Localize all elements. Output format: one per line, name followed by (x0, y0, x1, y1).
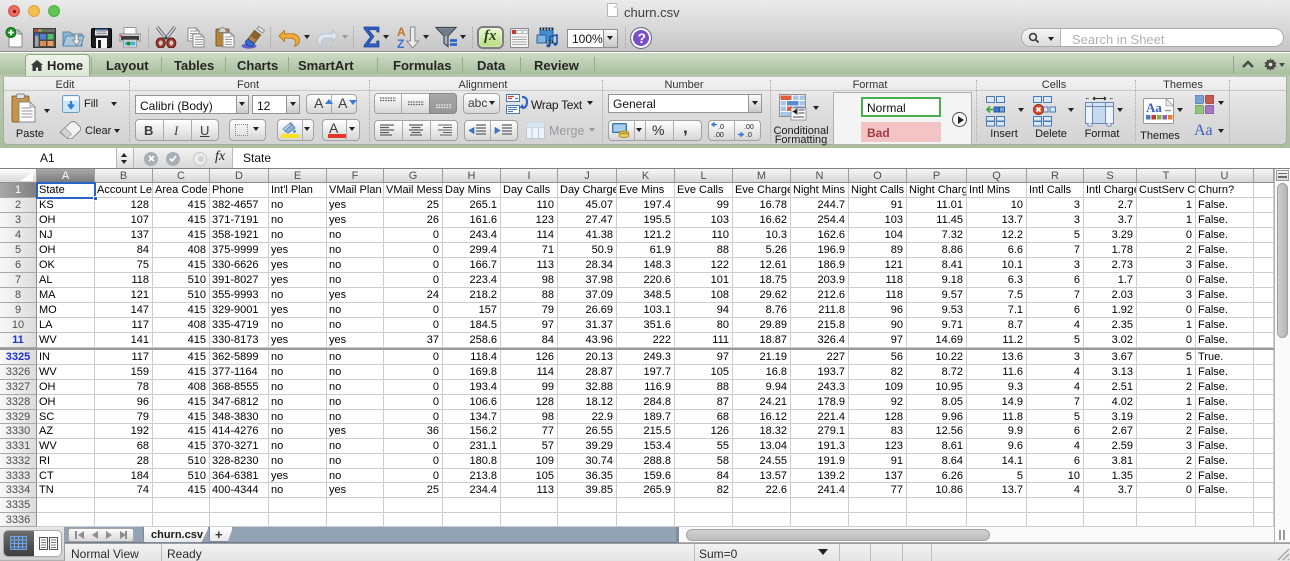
svg-text:.0: .0 (746, 132, 752, 139)
svg-text:Z: Z (397, 37, 404, 49)
svg-text:.00: .00 (714, 132, 724, 139)
svg-text:.0: .0 (718, 124, 724, 131)
svg-text:.00: .00 (744, 124, 754, 131)
svg-text:Aa: Aa (1146, 100, 1162, 115)
